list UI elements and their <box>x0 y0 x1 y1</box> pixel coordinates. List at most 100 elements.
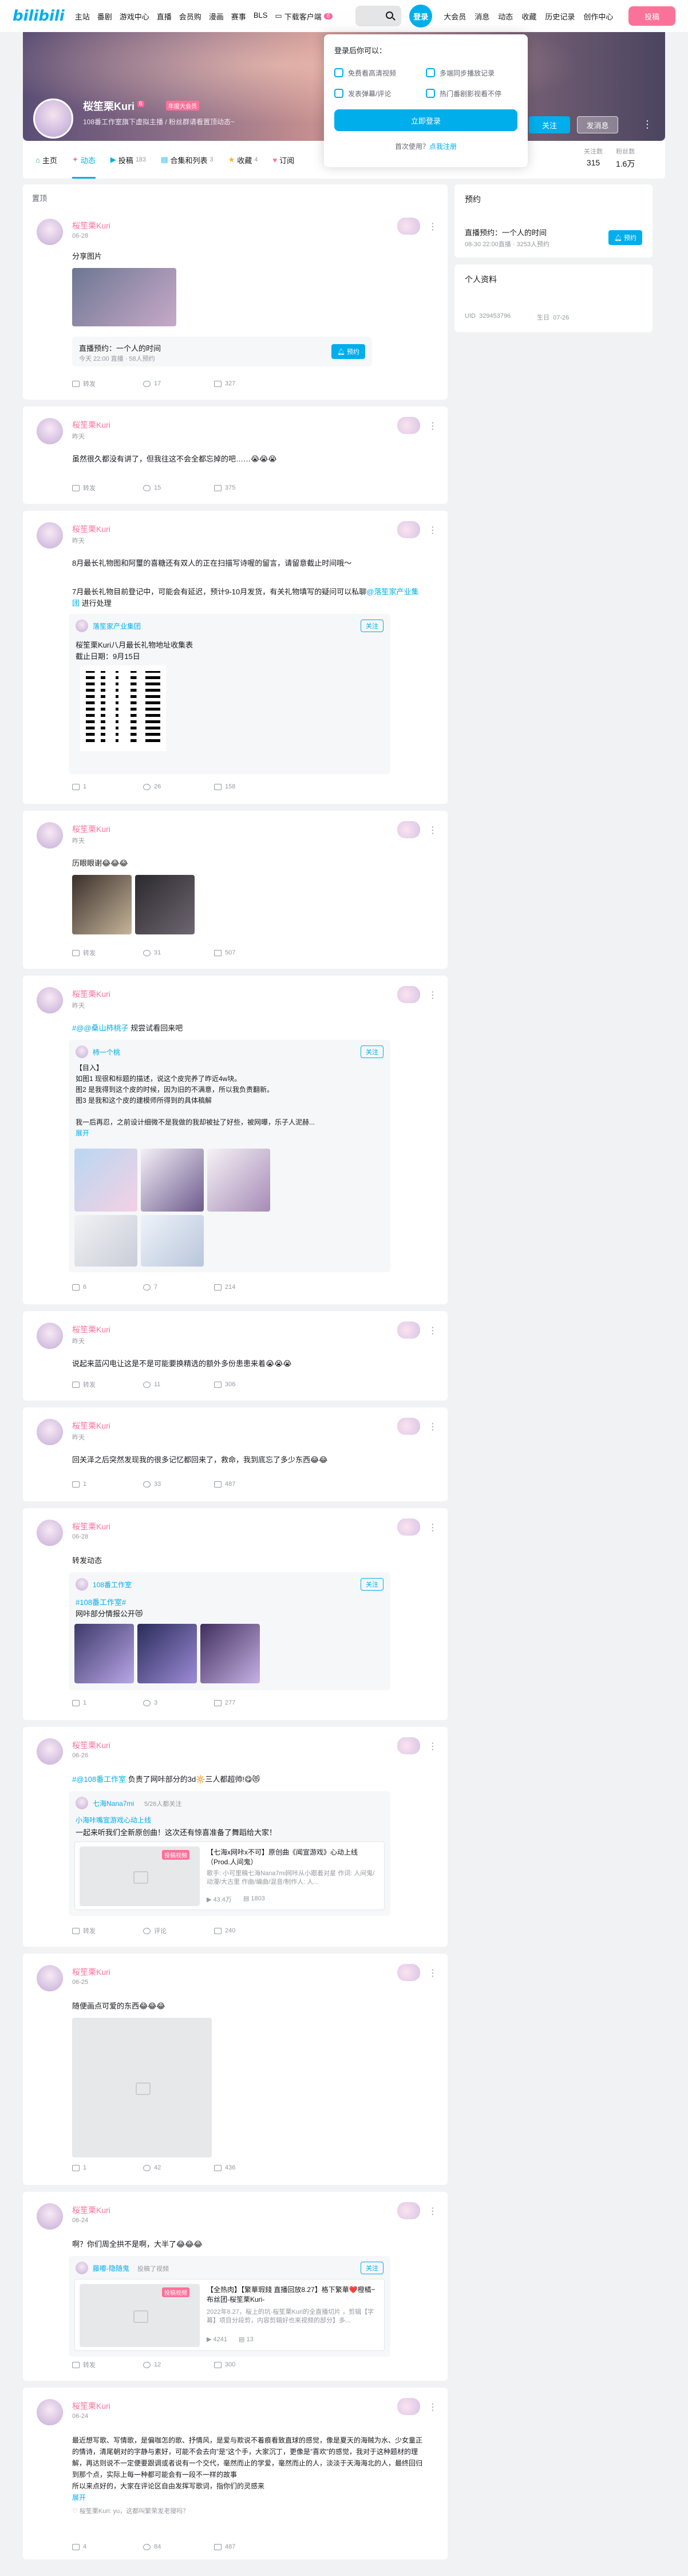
nav-creator[interactable]: 创作中心 <box>583 11 613 22</box>
more-icon[interactable]: ⋮ <box>428 2401 437 2413</box>
comment-button[interactable]: 15 <box>143 483 169 492</box>
search-button[interactable] <box>355 6 402 26</box>
more-icon[interactable]: ⋮ <box>428 2206 437 2217</box>
avatar[interactable] <box>37 1965 63 1991</box>
more-icon[interactable]: ⋮ <box>428 420 437 432</box>
stat-fans[interactable]: 粉丝数 1.6万 <box>616 147 635 169</box>
post-image[interactable] <box>200 1624 260 1683</box>
tab-favorites[interactable]: ★ 收藏 4 <box>228 141 258 179</box>
comment-button[interactable]: 3 <box>143 1699 169 1706</box>
like-button[interactable]: 277 <box>214 1699 240 1706</box>
post-image[interactable] <box>72 2018 212 2157</box>
avatar[interactable] <box>37 522 63 549</box>
follow-button[interactable]: 关注 <box>361 2262 383 2274</box>
author-name[interactable]: 桜笙栗Kuri <box>72 1324 110 1335</box>
share-button[interactable]: 转发 <box>72 1380 98 1389</box>
comment-button[interactable]: 评论 <box>143 1926 169 1935</box>
avatar[interactable] <box>37 2399 63 2425</box>
nav-favorites[interactable]: 收藏 <box>521 11 536 22</box>
share-button[interactable]: 转发 <box>72 483 98 492</box>
login-avatar-button[interactable]: 登录 <box>409 5 433 27</box>
more-icon[interactable]: ⋮ <box>428 989 437 1001</box>
like-button[interactable]: 214 <box>214 1284 240 1291</box>
video-card[interactable]: 投稿视频 【全热肉】【繁華瑕錢 直播回放8.27】格下繁華❤️橙橘~布丝团-桜笙… <box>74 2279 385 2351</box>
nav-item[interactable]: BLS <box>254 11 268 22</box>
expand-link[interactable]: 展开 <box>76 1128 383 1139</box>
author-name[interactable]: 桜笙栗Kuri <box>72 1521 110 1532</box>
share-button[interactable]: 4 <box>72 2543 98 2550</box>
stat-following[interactable]: 关注数 315 <box>584 147 603 167</box>
message-button[interactable]: 发消息 <box>577 116 618 133</box>
comment-button[interactable]: 7 <box>143 1284 169 1291</box>
author-name[interactable]: 桜笙栗Kuri <box>72 523 110 535</box>
more-icon[interactable]: ⋮ <box>428 1522 437 1533</box>
topic-tag[interactable]: 小海咔嘴宣游戏心动上线 <box>76 1815 151 1825</box>
avatar[interactable] <box>37 987 63 1013</box>
post-image[interactable] <box>74 1149 137 1212</box>
like-button[interactable]: 300 <box>214 2360 240 2369</box>
share-button[interactable]: 转发 <box>72 1926 98 1935</box>
avatar[interactable] <box>76 620 88 632</box>
follow-button[interactable]: 关注 <box>361 1046 383 1058</box>
tab-home[interactable]: ⌂ 主页 <box>35 141 57 179</box>
more-icon[interactable]: ⋮ <box>428 1325 437 1336</box>
nav-history[interactable]: 历史记录 <box>545 11 575 22</box>
author-name[interactable]: 桜笙栗Kuri <box>72 419 110 431</box>
tab-dynamics[interactable]: ✦ 动态 <box>72 141 96 179</box>
qr-code-image[interactable] <box>80 665 166 751</box>
more-icon[interactable]: ⋮ <box>642 119 653 131</box>
upload-button[interactable]: 投稿 <box>628 6 675 26</box>
share-button[interactable]: 1 <box>72 1699 98 1706</box>
comment-button[interactable]: 42 <box>143 2164 169 2171</box>
like-button[interactable]: 158 <box>214 783 240 790</box>
post-image[interactable] <box>141 1215 204 1267</box>
nav-dynamics[interactable]: 动态 <box>498 11 513 22</box>
author-name[interactable]: 桜笙栗Kuri <box>72 2204 110 2216</box>
avatar[interactable] <box>76 1046 88 1058</box>
comment-button[interactable]: 12 <box>143 2360 169 2369</box>
more-icon[interactable]: ⋮ <box>428 1421 437 1433</box>
author-name[interactable]: 桜笙栗Kuri <box>72 220 110 231</box>
follow-button[interactable]: 关注 <box>361 1578 383 1591</box>
share-button[interactable]: 转发 <box>72 2360 98 2369</box>
tab-collections[interactable]: ▤ 合集和列表 3 <box>161 141 213 179</box>
author-name[interactable]: 桜笙栗Kuri <box>72 1420 110 1431</box>
login-now-button[interactable]: 立即登录 <box>334 109 517 131</box>
like-button[interactable]: 436 <box>214 2164 240 2171</box>
nav-item[interactable]: 漫画 <box>209 11 224 22</box>
tab-subscriptions[interactable]: ♥ 订阅 <box>272 141 294 179</box>
profile-avatar[interactable] <box>33 98 73 139</box>
nav-messages[interactable]: 消息 <box>475 11 489 22</box>
download-client[interactable]: ▭ 下载客户端 6 <box>275 11 333 22</box>
forward-card[interactable]: 藤嘟-隐随鬼 投稿了视频 关注 投稿视频 【全热肉】【繁華瑕錢 直播回放8.27… <box>69 2256 390 2357</box>
mention-link[interactable]: #@108番工作室 <box>72 1775 126 1784</box>
reserve-card[interactable]: 直播预约：一个人的时间 今天 22:00 直播 · 58人预约 🔔︎ 预约 <box>72 337 372 366</box>
forward-card[interactable]: 七海Nana7mi 5/26人都关注 小海咔嘴宣游戏心动上线 一起来听我们全新原… <box>69 1791 390 1916</box>
post-image[interactable] <box>141 1149 204 1212</box>
reserve-button[interactable]: 🔔︎ 预约 <box>331 344 365 359</box>
avatar[interactable] <box>37 2203 63 2230</box>
follow-button[interactable]: 关注 <box>361 620 383 632</box>
avatar[interactable] <box>37 822 63 849</box>
avatar[interactable] <box>37 219 63 245</box>
mention-link[interactable]: #@@桑山柿桃子 <box>72 1024 129 1032</box>
author-name[interactable]: 桜笙栗Kuri <box>72 1966 110 1978</box>
more-icon[interactable]: ⋮ <box>428 825 437 836</box>
author-name[interactable]: 桜笙栗Kuri <box>72 2400 110 2412</box>
nav-item[interactable]: 直播 <box>157 11 172 22</box>
more-icon[interactable]: ⋮ <box>428 1741 437 1752</box>
like-button[interactable]: 375 <box>214 483 240 492</box>
more-icon[interactable]: ⋮ <box>428 1967 437 1979</box>
like-button[interactable]: 240 <box>214 1926 240 1935</box>
post-image[interactable] <box>135 875 195 934</box>
post-image[interactable] <box>137 1624 197 1683</box>
nav-item[interactable]: 赛事 <box>231 11 246 22</box>
comment-button[interactable]: 17 <box>143 379 169 388</box>
reserve-button[interactable]: 🔔︎ 预约 <box>608 230 642 245</box>
share-button[interactable]: 转发 <box>72 379 98 388</box>
like-button[interactable]: 327 <box>214 379 240 388</box>
avatar[interactable] <box>37 1520 63 1546</box>
avatar[interactable] <box>37 1323 63 1349</box>
more-icon[interactable]: ⋮ <box>428 524 437 536</box>
post-image[interactable] <box>74 1624 134 1683</box>
